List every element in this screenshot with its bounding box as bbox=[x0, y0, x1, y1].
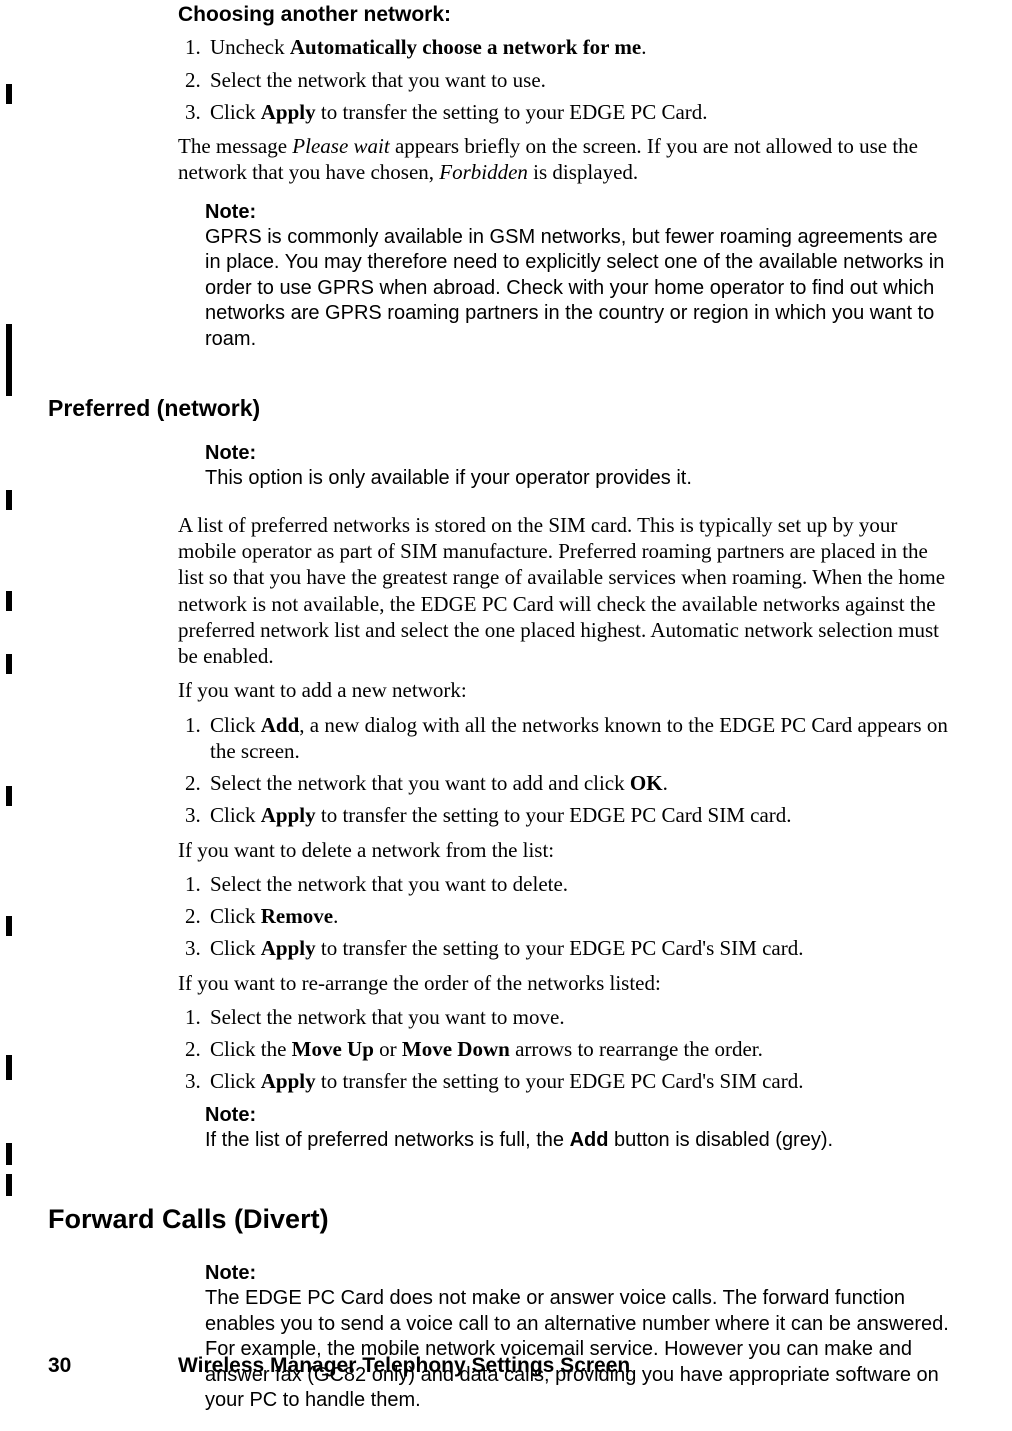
step: Select the network that you want to move… bbox=[206, 1004, 952, 1030]
page-footer: 30Wireless Manager Telephony Settings Sc… bbox=[48, 1353, 630, 1379]
changebar bbox=[6, 654, 12, 674]
step: Select the network that you want to dele… bbox=[206, 871, 952, 897]
step: Click Apply to transfer the setting to y… bbox=[206, 99, 952, 125]
step: Click Apply to transfer the setting to y… bbox=[206, 1068, 952, 1094]
note-label: Note: bbox=[205, 441, 952, 466]
paragraph: If you want to add a new network: bbox=[178, 677, 952, 703]
paragraph: If you want to delete a network from the… bbox=[178, 837, 952, 863]
changebar bbox=[6, 1143, 12, 1165]
footer-title: Wireless Manager Telephony Settings Scre… bbox=[178, 1354, 630, 1377]
step: Click Apply to transfer the setting to y… bbox=[206, 802, 952, 828]
page-number: 30 bbox=[48, 1353, 178, 1379]
heading-preferred-network: Preferred (network) bbox=[48, 394, 1012, 423]
steps-move-network: Select the network that you want to move… bbox=[178, 1004, 952, 1095]
changebar bbox=[6, 84, 12, 104]
paragraph: If you want to re-arrange the order of t… bbox=[178, 970, 952, 996]
step: Click Remove. bbox=[206, 903, 952, 929]
step: Select the network that you want to use. bbox=[206, 67, 952, 93]
paragraph: The message Please wait appears briefly … bbox=[178, 133, 952, 186]
heading-choosing-network: Choosing another network: bbox=[178, 2, 952, 28]
changebar bbox=[6, 786, 12, 806]
document-page: Choosing another network: Uncheck Automa… bbox=[0, 0, 1012, 1431]
changebar bbox=[6, 324, 12, 396]
steps-delete-network: Select the network that you want to dele… bbox=[178, 871, 952, 962]
note-label: Note: bbox=[205, 1103, 952, 1128]
step: Click Add, a new dialog with all the net… bbox=[206, 712, 952, 765]
changebar bbox=[6, 916, 12, 936]
changebar bbox=[6, 490, 12, 510]
changebar bbox=[6, 591, 12, 611]
step: Uncheck Automatically choose a network f… bbox=[206, 34, 952, 60]
step: Click the Move Up or Move Down arrows to… bbox=[206, 1036, 952, 1062]
note-body: The EDGE PC Card does not make or answer… bbox=[205, 1286, 952, 1414]
steps-add-network: Click Add, a new dialog with all the net… bbox=[178, 712, 952, 829]
note-body: This option is only available if your op… bbox=[205, 466, 952, 492]
step: Select the network that you want to add … bbox=[206, 770, 952, 796]
changebar bbox=[6, 1055, 12, 1080]
paragraph: A list of preferred networks is stored o… bbox=[178, 512, 952, 670]
note-label: Note: bbox=[205, 200, 952, 225]
changebar bbox=[6, 1174, 12, 1196]
heading-forward-calls: Forward Calls (Divert) bbox=[48, 1203, 1012, 1237]
note-label: Note: bbox=[205, 1261, 952, 1286]
steps-choose-network: Uncheck Automatically choose a network f… bbox=[178, 34, 952, 125]
note-body: GPRS is commonly available in GSM networ… bbox=[205, 225, 952, 353]
step: Click Apply to transfer the setting to y… bbox=[206, 935, 952, 961]
note-body: If the list of preferred networks is ful… bbox=[205, 1128, 952, 1154]
